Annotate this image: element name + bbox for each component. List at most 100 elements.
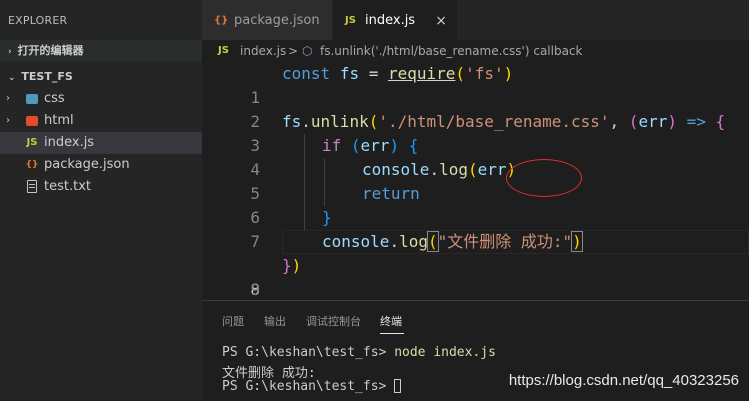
chevron-right-icon: ›: [8, 47, 12, 57]
tab-terminal[interactable]: 终端: [380, 313, 402, 329]
code-token: err: [360, 136, 390, 155]
code-line: 6 return: [202, 182, 749, 227]
text-file-icon: [24, 176, 40, 202]
symbol-method-icon: ⬡: [302, 44, 313, 58]
code-token: console: [362, 160, 430, 179]
code-token: err: [638, 112, 668, 131]
code-token: =>: [676, 112, 716, 131]
js-file-icon: JS: [218, 45, 229, 56]
tree-item-package-json[interactable]: {} package.json: [0, 154, 202, 176]
watermark: https://blog.csdn.net/qq_40323256: [508, 372, 739, 389]
code-token: const: [282, 64, 331, 83]
code-token: './html/base_rename.css': [378, 112, 610, 131]
code-line-current: 8 console.log("文件删除 成功:"): [202, 230, 749, 299]
tab-label: index.js: [365, 13, 416, 28]
terminal-line: PS G:\keshan\test_fs> node index.js: [222, 345, 496, 360]
breadcrumb: JS index.js > ⬡ fs.unlink('./html/base_r…: [202, 40, 749, 62]
tab-output[interactable]: 输出: [264, 313, 286, 329]
active-tab-indicator: [380, 333, 404, 334]
code-token: =: [359, 64, 388, 83]
code-line: 2: [202, 86, 749, 131]
code-token: ): [503, 64, 514, 83]
tree-item-label: package.json: [44, 157, 130, 172]
code-line: 3 fs.unlink('./html/base_rename.css', (e…: [202, 110, 749, 155]
explorer-sidebar: EXPLORER › 打开的编辑器 ⌄ TEST_FS › css › html…: [0, 0, 202, 400]
code-line: 4 if (err) {: [202, 134, 749, 179]
code-token: .: [301, 112, 311, 131]
code-token: (: [467, 160, 478, 179]
tree-item-label: html: [44, 113, 74, 128]
breadcrumb-symbol[interactable]: fs.unlink('./html/base_rename.css') call…: [320, 40, 582, 62]
code-token: (: [341, 136, 361, 155]
code-token: require: [387, 64, 456, 83]
code-line: 5 console.log(err): [202, 158, 749, 203]
project-label: TEST_FS: [21, 70, 73, 83]
code-token: return: [362, 184, 420, 203]
tree-item-label: index.js: [44, 135, 95, 150]
terminal-cursor: [394, 379, 402, 393]
chevron-down-icon: ⌄: [8, 73, 16, 83]
tree-item-label: test.txt: [44, 179, 91, 194]
code-token: ): [571, 231, 583, 252]
tree-item-test-txt[interactable]: test.txt: [0, 176, 202, 198]
code-editor[interactable]: 1 const fs = require('fs') 2 3 fs.unlink…: [202, 62, 749, 300]
terminal-line[interactable]: PS G:\keshan\test_fs>: [222, 379, 402, 394]
code-token: }: [282, 256, 292, 275]
code-token: err: [477, 160, 507, 179]
tree-item-css[interactable]: › css: [0, 88, 202, 110]
tab-package-json[interactable]: {} package.json: [202, 0, 332, 40]
project-section[interactable]: ⌄ TEST_FS: [0, 66, 202, 88]
code-token: console: [322, 232, 390, 251]
code-line: 1 const fs = require('fs'): [202, 62, 749, 107]
code-token: {: [399, 136, 419, 155]
terminal-prompt: PS G:\keshan\test_fs>: [222, 379, 395, 394]
code-token: .: [429, 160, 440, 179]
js-file-icon: JS: [26, 137, 38, 148]
code-token: ): [667, 112, 677, 131]
code-token: fs: [282, 112, 302, 131]
terminal-prompt: PS G:\keshan\test_fs>: [222, 345, 395, 360]
code-token: (: [368, 112, 379, 131]
code-token: }: [322, 208, 332, 227]
breadcrumb-separator: >: [288, 44, 299, 58]
code-line: 9 }): [202, 254, 749, 299]
code-token: (: [455, 64, 466, 83]
code-token: unlink: [310, 112, 369, 131]
json-file-icon: {}: [214, 15, 229, 26]
editor-tab-bar: {} package.json JS index.js ×: [202, 0, 749, 40]
code-token: (: [427, 231, 439, 252]
code-token: "文件删除 成功:": [437, 232, 573, 251]
code-token: 'fs': [465, 64, 504, 83]
tree-item-label: css: [44, 91, 65, 106]
explorer-title: EXPLORER: [8, 14, 68, 27]
bottom-panel: 问题 输出 调试控制台 终端 PS G:\keshan\test_fs> nod…: [202, 300, 749, 401]
open-editors-label: 打开的编辑器: [17, 44, 84, 57]
code-token: (: [628, 112, 639, 131]
breadcrumb-file[interactable]: index.js: [240, 40, 286, 62]
open-editors-section[interactable]: › 打开的编辑器: [0, 40, 202, 62]
tab-label: package.json: [234, 13, 320, 28]
tree-item-html[interactable]: › html: [0, 110, 202, 132]
code-token: ): [291, 256, 302, 275]
js-file-icon: JS: [345, 15, 356, 26]
code-token: .: [389, 232, 400, 251]
close-icon[interactable]: ×: [435, 0, 447, 42]
code-token: ): [389, 136, 400, 155]
tab-debug-console[interactable]: 调试控制台: [306, 313, 361, 329]
chevron-right-icon: ›: [6, 93, 10, 104]
code-token: {: [715, 112, 726, 131]
line-number: 9: [250, 280, 260, 299]
json-file-icon: {}: [25, 160, 39, 170]
chevron-right-icon: ›: [6, 115, 10, 126]
code-token: log: [399, 232, 428, 251]
code-token: if: [322, 136, 342, 155]
tab-index-js[interactable]: JS index.js ×: [333, 0, 457, 40]
code-line: 7 }: [202, 206, 749, 251]
tree-item-index-js[interactable]: JS index.js: [0, 132, 202, 154]
tab-problems[interactable]: 问题: [222, 313, 244, 329]
annotation-circle: [506, 159, 582, 197]
code-token: fs: [339, 64, 360, 83]
code-token: log: [439, 160, 468, 179]
terminal-command: node index.js: [394, 345, 496, 360]
code-token: ,: [609, 112, 629, 131]
